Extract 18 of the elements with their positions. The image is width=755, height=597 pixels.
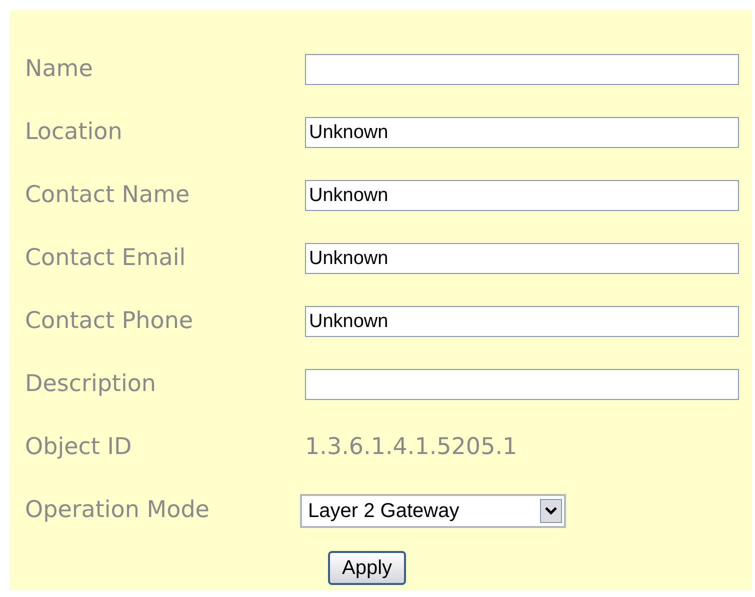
dropdown[interactable]: Layer 2 Gateway [300,494,566,528]
field-label: Name [25,55,94,84]
apply-button[interactable]: Apply [328,551,406,585]
field-label: Object ID [25,433,133,462]
field-label: Description [25,370,157,400]
field-label: Operation Mode [25,496,210,526]
field-label: Contact Email [25,244,187,274]
input-field[interactable]: Unknown [305,180,739,211]
field-label: Contact Phone [25,307,194,336]
field-value: 1.3.6.1.4.1.5205.1 [305,433,518,462]
input-field[interactable] [305,54,739,85]
input-field[interactable]: Unknown [305,117,739,148]
field-label: Location [25,118,124,148]
input-field[interactable] [305,369,739,400]
chevron-down-icon[interactable] [540,498,562,522]
input-field[interactable]: Unknown [305,243,739,274]
field-label: Contact Name [25,181,191,210]
input-field[interactable]: Unknown [305,306,739,337]
